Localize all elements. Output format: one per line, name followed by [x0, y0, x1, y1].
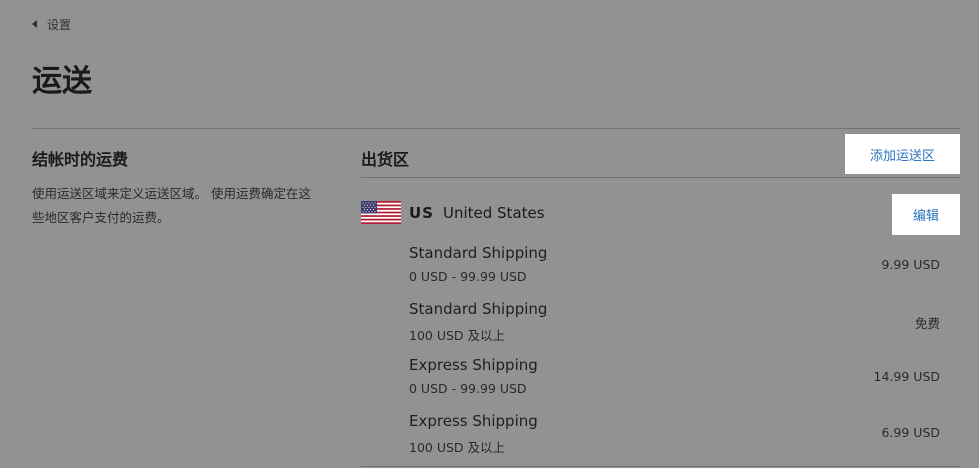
rate-price: 14.99 USD: [873, 369, 940, 384]
rate-price: 免费: [914, 316, 940, 331]
country-code: US: [409, 203, 434, 222]
rate-name: Standard Shipping: [409, 244, 548, 262]
rate-condition: 0 USD - 99.99 USD: [409, 269, 527, 284]
rate-name: Standard Shipping: [409, 300, 548, 318]
chevron-left-icon: [32, 19, 37, 28]
page-title: 运送: [32, 64, 92, 99]
add-shipping-zone-button[interactable]: 添加运送区: [845, 134, 960, 174]
breadcrumb-label: 设置: [47, 18, 72, 32]
checkout-rates-heading: 结帐时的运费: [32, 150, 129, 169]
rate-name: Express Shipping: [409, 412, 538, 430]
rate-price: 9.99 USD: [881, 257, 940, 272]
rate-row: Express Shipping 100 USD 及以上 6.99 USD: [409, 412, 940, 462]
shipping-zones-heading: 出货区: [361, 150, 410, 169]
rate-condition: 100 USD 及以上: [409, 440, 506, 455]
rate-row: Standard Shipping 100 USD 及以上 免费: [409, 300, 940, 350]
zone-bottom-divider: [361, 466, 960, 467]
rate-name: Express Shipping: [409, 356, 538, 374]
rate-row: Express Shipping 0 USD - 99.99 USD 14.99…: [409, 356, 940, 406]
rate-price: 6.99 USD: [881, 425, 940, 440]
country-name: United States: [442, 203, 545, 222]
edit-zone-button[interactable]: 编辑: [892, 194, 960, 235]
zone-header-divider: [361, 177, 960, 178]
rate-condition: 0 USD - 99.99 USD: [409, 381, 527, 396]
zone-country: US United States: [361, 201, 545, 224]
rate-row: Standard Shipping 0 USD - 99.99 USD 9.99…: [409, 244, 940, 294]
breadcrumb-back-link[interactable]: 设置: [32, 16, 71, 33]
checkout-rates-description: 使用运送区域来定义运送区域。 使用运费确定在这些地区客户支付的运费。: [32, 186, 311, 225]
section-divider: [32, 128, 960, 129]
rate-condition: 100 USD 及以上: [409, 328, 506, 343]
us-flag-icon: [361, 201, 401, 224]
shipping-settings-page: 设置 运送 结帐时的运费 使用运送区域来定义运送区域。 使用运费确定在这些地区客…: [0, 0, 979, 468]
checkout-rates-info: 结帐时的运费 使用运送区域来定义运送区域。 使用运费确定在这些地区客户支付的运费…: [32, 146, 332, 230]
